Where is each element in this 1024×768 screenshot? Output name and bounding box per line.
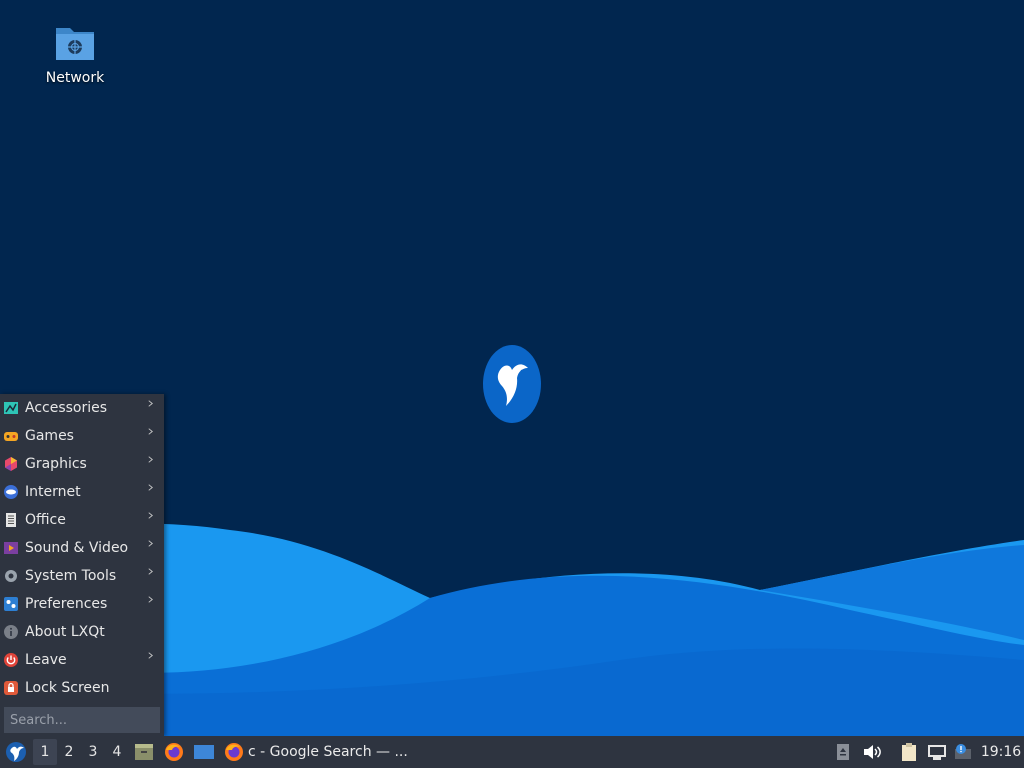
- menu-item-graphics[interactable]: Graphics: [0, 450, 164, 478]
- start-menu: Accessories Games Graphics Internet Offi…: [0, 394, 164, 736]
- menu-item-label: Internet: [25, 484, 81, 500]
- file-manager-launcher[interactable]: [133, 736, 155, 768]
- workspace-label: 4: [112, 744, 122, 760]
- chevron-right-icon: [148, 428, 153, 435]
- menu-item-internet[interactable]: Internet: [0, 478, 164, 506]
- menu-item-label: Preferences: [25, 596, 108, 612]
- menu-item-label: Sound & Video: [25, 540, 129, 556]
- chevron-right-icon: [148, 540, 153, 547]
- menu-search-input[interactable]: [4, 707, 160, 733]
- menu-item-label: Accessories: [25, 400, 108, 416]
- games-icon: [2, 427, 20, 445]
- info-icon: [2, 623, 20, 641]
- clipboard-button[interactable]: [898, 736, 920, 768]
- chevron-right-icon: [148, 400, 153, 407]
- workspace-3-button[interactable]: 3: [81, 736, 105, 768]
- system-tools-icon: [2, 567, 20, 585]
- menu-item-games[interactable]: Games: [0, 422, 164, 450]
- graphics-icon: [2, 455, 20, 473]
- menu-item-label: Games: [25, 428, 74, 444]
- workspace-label: 2: [64, 744, 74, 760]
- menu-item-leave[interactable]: Leave: [0, 646, 164, 674]
- update-notifier-button[interactable]: [952, 736, 974, 768]
- chevron-right-icon: [148, 596, 153, 603]
- menu-item-accessories[interactable]: Accessories: [0, 394, 164, 422]
- main-menu-button[interactable]: [2, 736, 30, 768]
- volume-icon: [864, 745, 881, 759]
- update-notifier-icon: [955, 744, 971, 759]
- preferences-icon: [2, 595, 20, 613]
- internet-icon: [2, 483, 20, 501]
- menu-item-label: System Tools: [25, 568, 117, 584]
- menu-item-label: Graphics: [25, 456, 87, 472]
- accessories-icon: [2, 399, 20, 417]
- network-desktop-icon[interactable]: Network: [36, 22, 114, 86]
- desktop-icon-label: Network: [45, 70, 105, 86]
- chevron-right-icon: [148, 568, 153, 575]
- taskbar: 1 2 3 4 c - Google Search — ... 19:16: [0, 736, 1024, 768]
- menu-item-label: Leave: [25, 652, 67, 668]
- menu-item-label: Office: [25, 512, 66, 528]
- workspace-2-button[interactable]: 2: [57, 736, 81, 768]
- firefox-icon: [165, 743, 183, 761]
- firefox-icon: [225, 743, 243, 761]
- clock-label: 19:16: [980, 744, 1022, 760]
- network-button[interactable]: [926, 736, 948, 768]
- chevron-right-icon: [148, 512, 153, 519]
- chevron-right-icon: [148, 456, 153, 463]
- firefox-launcher[interactable]: [163, 736, 185, 768]
- task-button[interactable]: c - Google Search — ...: [224, 736, 414, 768]
- menu-item-office[interactable]: Office: [0, 506, 164, 534]
- menu-item-system-tools[interactable]: System Tools: [0, 562, 164, 590]
- menu-item-about-lxqt[interactable]: About LXQt: [0, 618, 164, 646]
- workspace-4-button[interactable]: 4: [105, 736, 129, 768]
- clock[interactable]: 19:16: [978, 736, 1024, 768]
- task-title: c - Google Search — ...: [248, 744, 408, 760]
- menu-item-label: Lock Screen: [25, 680, 110, 696]
- hummingbird-logo-icon: [483, 345, 541, 423]
- menu-item-sound-video[interactable]: Sound & Video: [0, 534, 164, 562]
- power-icon: [2, 651, 20, 669]
- lubuntu-logo-icon: [6, 742, 26, 762]
- lock-icon: [2, 679, 20, 697]
- show-desktop-button[interactable]: [192, 736, 216, 768]
- menu-item-preferences[interactable]: Preferences: [0, 590, 164, 618]
- workspace-label: 1: [40, 744, 50, 760]
- tray-arrow-icon: [837, 744, 849, 760]
- desktop-icon: [194, 745, 214, 759]
- office-icon: [2, 511, 20, 529]
- tray-arrow-button[interactable]: [834, 736, 852, 768]
- sound-video-icon: [2, 539, 20, 557]
- network-folder-icon: [56, 28, 94, 60]
- volume-button[interactable]: [861, 736, 883, 768]
- workspace-label: 3: [88, 744, 98, 760]
- menu-item-label: About LXQt: [25, 624, 105, 640]
- clipboard-icon: [902, 743, 916, 761]
- chevron-right-icon: [148, 484, 153, 491]
- workspace-1-button[interactable]: 1: [33, 739, 57, 765]
- file-manager-icon: [135, 744, 153, 760]
- chevron-right-icon: [148, 652, 153, 659]
- menu-item-lock-screen[interactable]: Lock Screen: [0, 674, 164, 702]
- network-icon: [928, 745, 946, 760]
